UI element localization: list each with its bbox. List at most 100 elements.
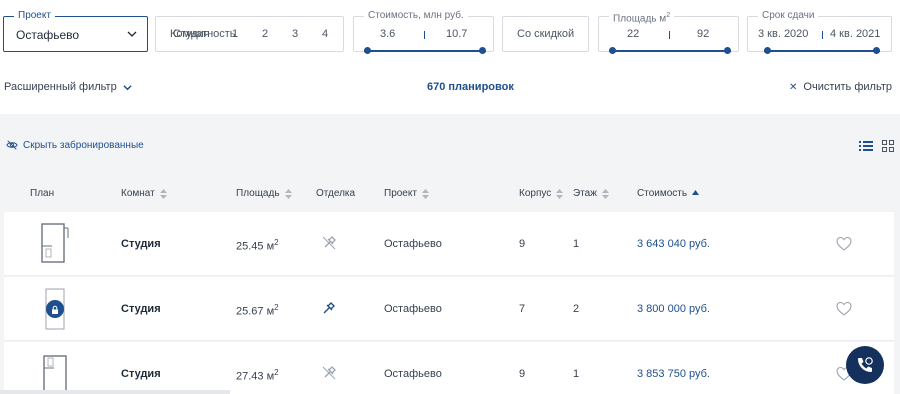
- header-price[interactable]: Стоимость: [637, 188, 700, 199]
- area-slider-max-handle[interactable]: [724, 47, 731, 54]
- table-row[interactable]: Студия 25.45 м2 Остафьево 9 1 3 643 040 …: [4, 212, 894, 276]
- price-max-value: 10.7: [446, 28, 468, 40]
- row-price: 3 853 750 руб.: [637, 368, 710, 380]
- row-floor: 1: [573, 368, 580, 380]
- extended-filter-label: Расширенный фильтр: [4, 81, 117, 93]
- row-area-unit-sup: 2: [274, 303, 279, 312]
- price-filter-label: Стоимость, млн руб.: [364, 10, 468, 22]
- sort-icon: [556, 188, 564, 199]
- project-select-value: Остафьево: [16, 28, 80, 42]
- deadline-slider: [764, 47, 880, 54]
- price-min-value: 3.6: [380, 28, 396, 40]
- header-price-label: Стоимость: [637, 188, 688, 199]
- eye-off-icon: [6, 140, 18, 150]
- rooms-option-studio[interactable]: Студия: [173, 28, 210, 40]
- discount-filter-button[interactable]: Со скидкой: [502, 16, 589, 52]
- area-filter-label-text: Площадь м: [613, 13, 667, 25]
- floor-plan-thumbnail: [41, 223, 69, 263]
- phone-icon: [858, 357, 873, 372]
- header-floor[interactable]: Этаж: [573, 188, 609, 199]
- hide-booked-label: Скрыть забронированные: [23, 139, 144, 151]
- rooms-filter: Комнатность Студия 1 2 3 4: [155, 16, 344, 52]
- rooms-option-3[interactable]: 3: [292, 28, 298, 40]
- header-plan: План: [30, 188, 55, 199]
- area-filter-label-sup: 2: [666, 12, 671, 19]
- header-area-label: Площадь: [236, 188, 280, 199]
- sort-icon: [421, 188, 429, 199]
- row-project: Остафьево: [384, 303, 442, 315]
- area-filter: Площадь м2 22 92: [598, 10, 739, 54]
- area-max-value: 92: [697, 28, 710, 40]
- heart-icon[interactable]: [836, 236, 852, 252]
- hammer-icon: [322, 366, 336, 380]
- row-floor: 2: [573, 303, 580, 315]
- row-project: Остафьево: [384, 368, 442, 380]
- row-price: 3 800 000 руб.: [637, 303, 710, 315]
- row-rooms: Студия: [121, 368, 161, 380]
- clear-filter-button[interactable]: ✕ Очистить фильтр: [789, 81, 892, 93]
- hide-booked-toggle[interactable]: Скрыть забронированные: [6, 139, 144, 151]
- price-filter: Стоимость, млн руб. 3.6 10.7: [353, 10, 494, 54]
- row-area-value: 25.67 м: [236, 305, 275, 318]
- row-rooms: Студия: [121, 238, 161, 250]
- chevron-down-icon: [123, 84, 132, 90]
- call-button[interactable]: [846, 346, 884, 384]
- extended-filter-toggle[interactable]: Расширенный фильтр: [4, 81, 132, 93]
- table-row[interactable]: Студия 25.67 м2 Остафьево 7 2 3 800 000 …: [4, 277, 894, 341]
- chevron-down-icon: [127, 31, 137, 37]
- price-divider: [424, 31, 425, 39]
- deadline-max-value: 4 кв. 2021: [830, 28, 881, 40]
- row-area-value: 27.43 м: [236, 370, 275, 383]
- sort-icon: [284, 188, 292, 199]
- header-rooms-label: Комнат: [121, 188, 155, 199]
- project-select[interactable]: Проект Остафьево: [3, 10, 148, 52]
- row-area: 25.45 м2: [236, 238, 279, 253]
- list-view-icon[interactable]: [859, 140, 873, 152]
- header-project-label: Проект: [384, 188, 417, 199]
- deadline-slider-track: [764, 50, 880, 52]
- price-slider-min-handle[interactable]: [364, 47, 371, 54]
- row-floor: 1: [573, 238, 580, 250]
- price-slider-track: [364, 50, 486, 52]
- area-divider: [669, 31, 670, 39]
- header-building[interactable]: Корпус: [519, 188, 564, 199]
- deadline-filter-label: Срок сдачи: [758, 10, 819, 22]
- header-building-label: Корпус: [519, 188, 552, 199]
- row-area: 27.43 м2: [236, 368, 279, 383]
- rooms-option-2[interactable]: 2: [262, 28, 268, 40]
- grid-view-icon[interactable]: [882, 140, 894, 152]
- apartments-table: План Комнат Площадь Отделка Проект Корпу…: [4, 176, 894, 394]
- results-count: 670 планировок: [427, 81, 514, 93]
- hammer-icon: [323, 302, 335, 314]
- rooms-option-1[interactable]: 1: [232, 28, 238, 40]
- row-area-unit-sup: 2: [274, 368, 279, 377]
- price-slider-max-handle[interactable]: [479, 47, 486, 54]
- heart-icon[interactable]: [836, 301, 852, 317]
- browser-status-bar: [0, 390, 230, 394]
- header-rooms[interactable]: Комнат: [121, 188, 167, 199]
- header-floor-label: Этаж: [573, 188, 597, 199]
- header-finish: Отделка: [316, 188, 356, 199]
- area-slider-min-handle[interactable]: [609, 47, 616, 54]
- header-project[interactable]: Проект: [384, 188, 429, 199]
- table-row[interactable]: Студия 27.43 м2 Остафьево 9 1 3 853 750 …: [4, 342, 894, 394]
- deadline-slider-min-handle[interactable]: [764, 47, 771, 54]
- view-switcher: [859, 140, 894, 152]
- sort-icon: [601, 188, 609, 199]
- row-building: 7: [519, 303, 526, 315]
- row-building: 9: [519, 368, 526, 380]
- area-slider: [609, 47, 731, 54]
- area-slider-track: [609, 50, 731, 52]
- lock-icon: [52, 305, 58, 314]
- hammer-icon: [322, 236, 336, 250]
- deadline-slider-max-handle[interactable]: [873, 47, 880, 54]
- price-slider: [364, 47, 486, 54]
- row-rooms: Студия: [121, 303, 161, 315]
- row-area-unit-sup: 2: [274, 238, 279, 247]
- rooms-option-4[interactable]: 4: [322, 28, 328, 40]
- sort-ascending-icon: [692, 189, 700, 195]
- header-area[interactable]: Площадь: [236, 188, 292, 199]
- deadline-filter: Срок сдачи 3 кв. 2020 4 кв. 2021: [747, 10, 892, 54]
- area-filter-label: Площадь м2: [609, 10, 675, 26]
- area-min-value: 22: [627, 28, 640, 40]
